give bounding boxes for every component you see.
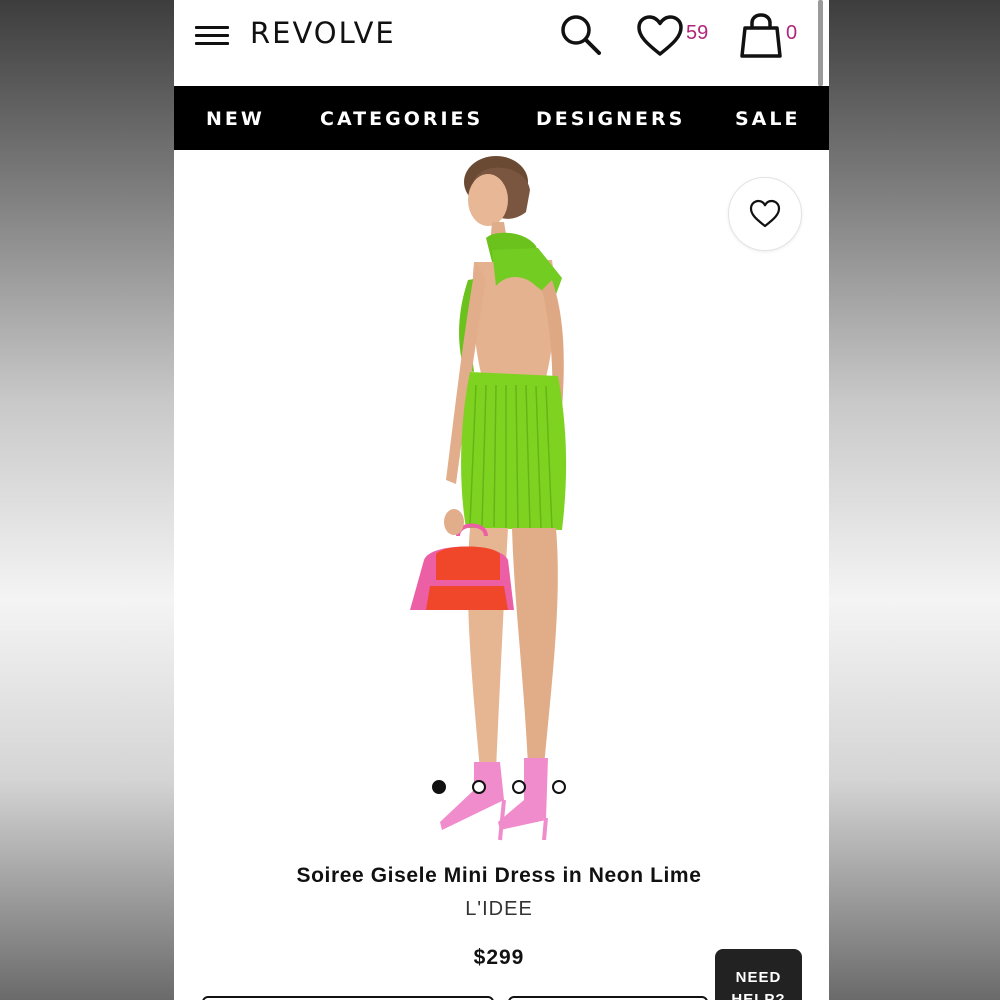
wishlist-heart-icon[interactable] xyxy=(636,14,684,60)
hamburger-menu-icon[interactable] xyxy=(195,24,231,48)
right-backdrop xyxy=(829,0,1000,1000)
need-help-button[interactable]: NEED HELP? xyxy=(715,949,802,1000)
shopping-bag-icon[interactable] xyxy=(738,12,784,60)
carousel-dot-2[interactable] xyxy=(472,780,486,794)
product-brand[interactable]: L'IDEE xyxy=(174,898,824,921)
nav-item-new[interactable]: NEW xyxy=(206,108,265,130)
nav-item-sale[interactable]: SALE xyxy=(735,108,800,130)
scrollbar[interactable] xyxy=(818,0,823,86)
carousel-dot-3[interactable] xyxy=(512,780,526,794)
mobile-screen: REVOLVE 59 0 NEW CATEGORIES DESIGNERS SA… xyxy=(174,0,829,1000)
product-photo xyxy=(410,156,567,841)
nav-item-designers[interactable]: DESIGNERS xyxy=(536,108,685,130)
carousel-dots xyxy=(432,780,572,794)
left-backdrop xyxy=(0,0,174,1000)
category-nav: NEW CATEGORIES DESIGNERS SALE xyxy=(174,86,829,150)
search-icon[interactable] xyxy=(558,12,604,58)
carousel-dot-1[interactable] xyxy=(432,780,446,794)
carousel-dot-4[interactable] xyxy=(552,780,566,794)
site-header: REVOLVE 59 0 xyxy=(174,0,829,86)
bag-count-badge: 0 xyxy=(786,22,798,44)
size-select-button[interactable] xyxy=(202,996,494,1000)
secondary-action-button[interactable] xyxy=(508,996,708,1000)
product-image-carousel[interactable] xyxy=(174,150,829,850)
site-logo[interactable]: REVOLVE xyxy=(250,16,396,50)
product-title: Soiree Gisele Mini Dress in Neon Lime xyxy=(296,864,702,887)
wishlist-count-badge: 59 xyxy=(686,22,709,44)
favorite-heart-button[interactable] xyxy=(728,177,802,251)
nav-item-categories[interactable]: CATEGORIES xyxy=(320,108,483,130)
heart-icon xyxy=(749,199,781,228)
